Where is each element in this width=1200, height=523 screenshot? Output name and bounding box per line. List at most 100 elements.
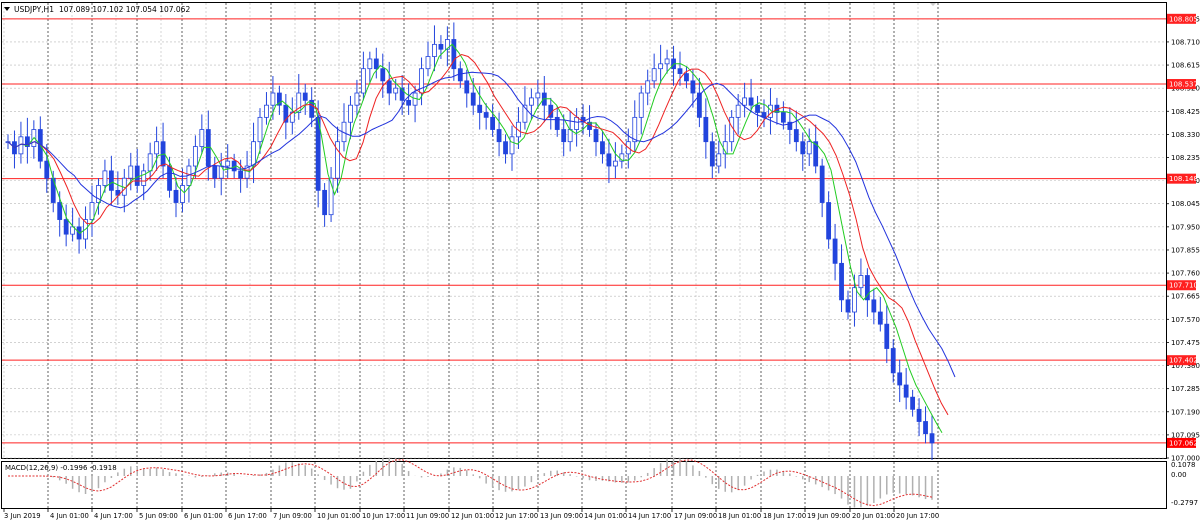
- price-tick-label: 107.665: [1171, 293, 1200, 301]
- macd-tick-label: -0.2797: [1171, 499, 1198, 507]
- candle-body: [470, 92, 476, 106]
- candle-body: [877, 311, 883, 325]
- candle-body: [147, 153, 153, 172]
- candle-body: [858, 275, 864, 289]
- candle-body: [167, 165, 172, 191]
- candle-body: [658, 63, 664, 70]
- price-tick-label: 107.950: [1171, 223, 1200, 231]
- price-tick-label: 108.425: [1171, 108, 1200, 116]
- macd-title: MACD(12,26,9) -0.1996 -0.1918: [5, 464, 117, 472]
- candle-body: [173, 189, 179, 203]
- price-tick-label: 108.235: [1171, 154, 1200, 162]
- candle-body: [354, 92, 360, 106]
- time-tick-label: 6 Jun 17:00: [228, 512, 267, 520]
- price-tick-label: 108.710: [1171, 38, 1200, 46]
- main-plot-frame: [1, 2, 1167, 459]
- candle-body: [755, 104, 760, 113]
- candle-body: [910, 396, 916, 410]
- time-tick-label: 10 Jun 17:00: [362, 512, 405, 520]
- candle-body: [238, 170, 244, 179]
- candle-body: [593, 129, 599, 143]
- price-tick-label: 107.475: [1171, 339, 1200, 347]
- candle-body: [645, 80, 651, 94]
- level-price-tag-label: 107.402: [1169, 357, 1198, 365]
- candle-body: [690, 80, 696, 94]
- price-tick-label: 107.855: [1171, 246, 1200, 254]
- candle-body: [903, 384, 909, 398]
- time-tick-label: 6 Jun 01:00: [184, 512, 223, 520]
- candle-body: [716, 153, 722, 167]
- candle-body: [826, 202, 832, 240]
- symbol-title: USDJPY,H1: [14, 5, 54, 14]
- time-tick-label: 7 Jun 09:00: [273, 512, 312, 520]
- time-tick-label: 4 Jun 01:00: [50, 512, 89, 520]
- price-tick-label: 107.190: [1171, 408, 1200, 416]
- candle-body: [180, 185, 185, 203]
- candle-body: [251, 141, 256, 167]
- time-tick-label: 18 Jun 01:00: [718, 512, 761, 520]
- candle-body: [819, 165, 825, 203]
- candle-body: [496, 129, 502, 143]
- time-tick-label: 3 Jun 2019: [4, 512, 41, 520]
- candle-body: [380, 68, 386, 82]
- candle-body: [638, 92, 644, 118]
- candle-body: [684, 73, 689, 82]
- time-tick-label: 5 Jun 09:00: [139, 512, 178, 520]
- price-tick-label: 108.330: [1171, 131, 1200, 139]
- candle-body: [432, 43, 437, 57]
- candle-body: [406, 99, 412, 106]
- candle-body: [800, 141, 806, 155]
- time-tick-label: 20 Jun 17:00: [896, 512, 939, 520]
- candle-body: [890, 348, 896, 374]
- candle-body: [257, 116, 263, 143]
- candle-body: [509, 136, 515, 155]
- time-tick-label: 14 Jun 01:00: [584, 512, 627, 520]
- candle-body: [464, 80, 470, 94]
- price-axis[interactable]: 108.805108.710108.615108.520108.425108.3…: [1166, 13, 1200, 507]
- candle-body: [438, 43, 444, 50]
- candle-body: [102, 170, 108, 186]
- level-price-tag-label: 108.148: [1169, 175, 1198, 183]
- price-tick-label: 107.760: [1171, 270, 1200, 278]
- candle-body: [923, 421, 928, 435]
- price-tick-label: 107.570: [1171, 316, 1200, 324]
- candle-body: [270, 92, 276, 106]
- candle-body: [264, 104, 269, 118]
- candle-body: [192, 146, 198, 167]
- candle-body: [141, 170, 147, 186]
- candle-body: [108, 170, 114, 191]
- time-tick-label: 19 Jun 09:00: [807, 512, 850, 520]
- time-tick-label: 20 Jun 01:00: [852, 512, 895, 520]
- candle-body: [57, 202, 63, 220]
- price-tick-label: 107.285: [1171, 385, 1200, 393]
- candle-body: [386, 80, 392, 94]
- time-tick-label: 18 Jun 17:00: [763, 512, 806, 520]
- time-axis[interactable]: 3 Jun 2019 4 Jun 01:00 4 Jun 17:00 5 Jun 09…: [3, 509, 939, 520]
- candle-body: [134, 165, 140, 186]
- time-tick-label: 14 Jun 17:00: [628, 512, 671, 520]
- candle-body: [225, 160, 231, 167]
- candle-body: [212, 165, 218, 179]
- candle-body: [63, 219, 69, 235]
- candle-body: [477, 104, 483, 113]
- time-tick-label: 13 Jun 09:00: [540, 512, 583, 520]
- candle-body: [735, 104, 741, 118]
- candle-body: [897, 372, 903, 386]
- time-tick-label: 10 Jun 01:00: [317, 512, 360, 520]
- candle-body: [703, 116, 709, 143]
- level-price-tag-label: 108.537: [1169, 81, 1198, 89]
- candle-body: [360, 68, 366, 94]
- candle-body: [425, 56, 431, 70]
- candle-body: [832, 238, 838, 264]
- candle-body: [128, 165, 134, 179]
- candle-body: [793, 129, 799, 143]
- time-tick-label: 17 Jun 09:00: [674, 512, 717, 520]
- candle-body: [677, 68, 683, 74]
- candle-body: [852, 287, 857, 313]
- candle-body: [612, 160, 618, 167]
- level-price-tag-label: 107.062: [1169, 439, 1198, 447]
- price-chart[interactable]: 108.805108.710108.615108.520108.425108.3…: [0, 0, 1200, 523]
- candle-body: [567, 129, 573, 143]
- candle-body: [871, 299, 877, 313]
- time-tick-label: 12 Jun 01:00: [451, 512, 494, 520]
